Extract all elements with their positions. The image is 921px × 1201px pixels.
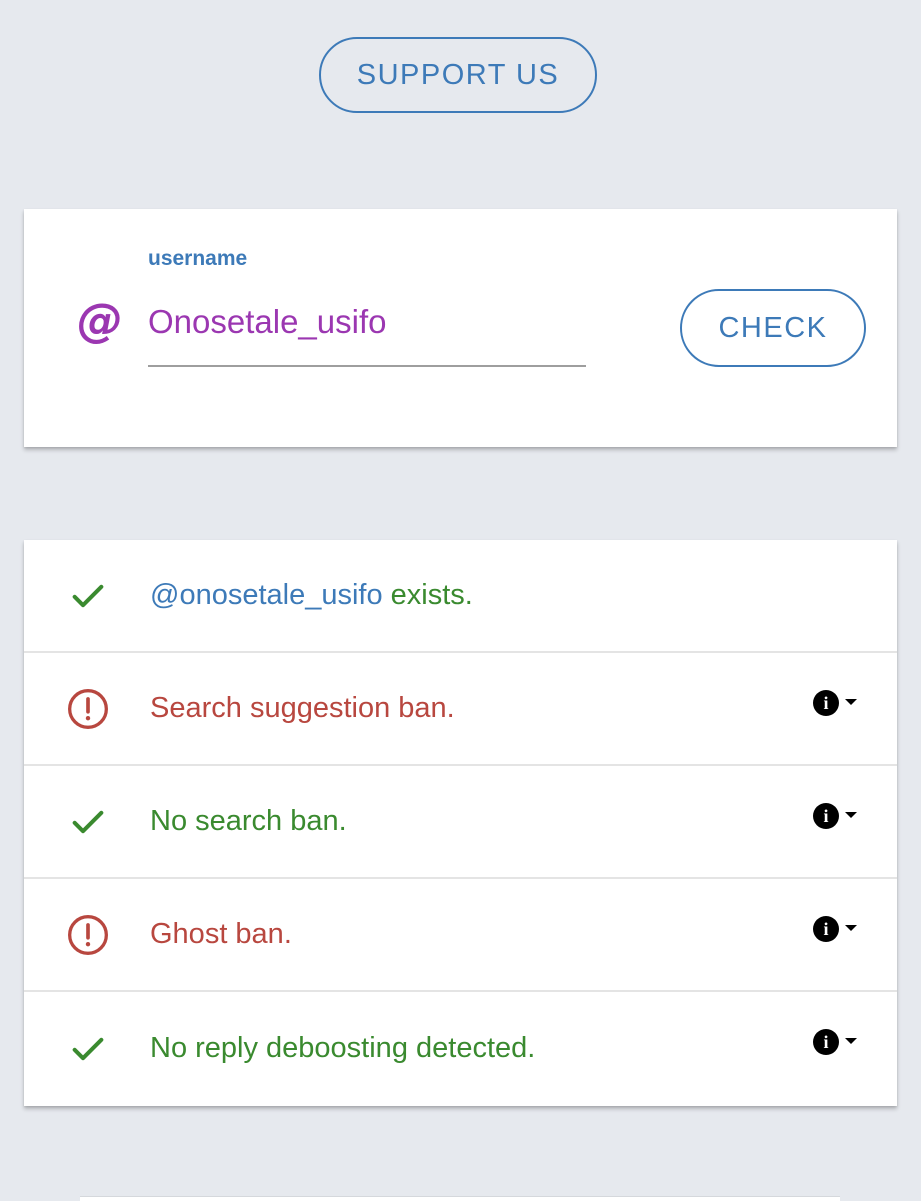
result-text: Search suggestion ban. bbox=[150, 692, 455, 724]
exists-handle[interactable]: @onosetale_usifo bbox=[150, 579, 383, 611]
result-text: No search ban. bbox=[150, 805, 347, 837]
info-toggle[interactable]: i bbox=[813, 916, 857, 942]
exists-message: @onosetale_usifo exists. bbox=[150, 581, 473, 610]
username-input[interactable] bbox=[148, 291, 586, 367]
caret-down-icon bbox=[845, 698, 857, 705]
info-icon: i bbox=[813, 1029, 839, 1055]
result-row-reply-deboosting: No reply deboosting detected. i bbox=[24, 992, 897, 1105]
result-row-search-ban: No search ban. i bbox=[24, 766, 897, 879]
result-row-search-suggestion-ban: Search suggestion ban. i bbox=[24, 653, 897, 766]
info-toggle[interactable]: i bbox=[813, 1029, 857, 1055]
next-card-edge bbox=[80, 1196, 840, 1201]
caret-down-icon bbox=[845, 1037, 857, 1044]
exists-suffix: exists. bbox=[382, 579, 473, 611]
alert-circle-icon bbox=[66, 913, 110, 957]
result-text: No reply deboosting detected. bbox=[150, 1032, 536, 1064]
result-row-exists: @onosetale_usifo exists. bbox=[24, 540, 897, 653]
info-toggle[interactable]: i bbox=[813, 690, 857, 716]
info-icon: i bbox=[813, 916, 839, 942]
info-icon: i bbox=[813, 803, 839, 829]
username-card: @ username CHECK bbox=[24, 209, 897, 447]
support-us-button[interactable]: SUPPORT US bbox=[319, 37, 597, 113]
at-symbol-icon: @ bbox=[77, 293, 123, 347]
username-label: username bbox=[148, 247, 248, 270]
check-button[interactable]: CHECK bbox=[680, 289, 866, 367]
results-card: @onosetale_usifo exists. Search suggesti… bbox=[24, 540, 897, 1106]
result-row-ghost-ban: Ghost ban. i bbox=[24, 879, 897, 992]
info-toggle[interactable]: i bbox=[813, 803, 857, 829]
caret-down-icon bbox=[845, 924, 857, 931]
check-icon bbox=[66, 800, 110, 844]
caret-down-icon bbox=[845, 811, 857, 818]
check-icon bbox=[66, 1027, 110, 1071]
info-icon: i bbox=[813, 690, 839, 716]
result-text: Ghost ban. bbox=[150, 918, 292, 950]
check-icon bbox=[66, 574, 110, 618]
support-area: SUPPORT US bbox=[319, 37, 597, 113]
alert-circle-icon bbox=[66, 687, 110, 731]
